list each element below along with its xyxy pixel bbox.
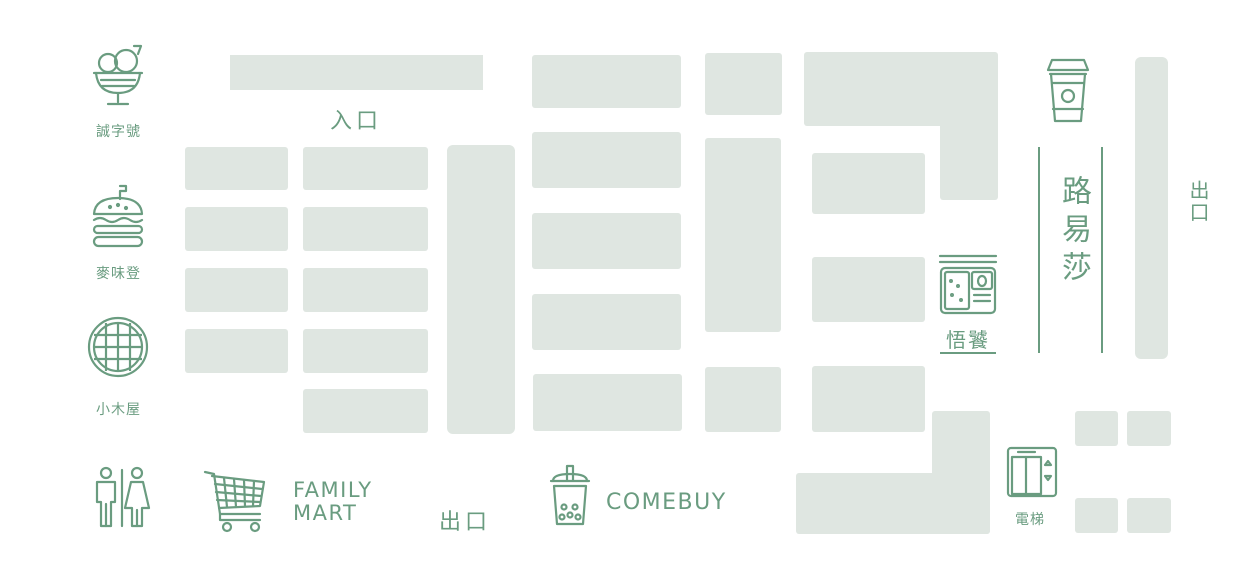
floor-block [230, 55, 483, 90]
shop-label-louisa: 路易莎 [1056, 175, 1091, 289]
floor-block [532, 132, 681, 188]
floor-block [532, 213, 681, 269]
floor-block [303, 389, 428, 433]
floor-block [1127, 411, 1171, 446]
bracket-line-left [1038, 147, 1040, 353]
exit-label: 出口 [439, 510, 492, 535]
floor-block [1075, 498, 1118, 533]
floor-block [705, 367, 781, 432]
floor-block [705, 53, 782, 115]
floor-block [1135, 57, 1168, 359]
floor-block [303, 268, 428, 312]
floor-block [812, 366, 925, 432]
floor-block [812, 257, 925, 322]
floor-block [447, 145, 515, 434]
shop-label-wucan: 悟饕 [946, 328, 990, 352]
floor-block [303, 329, 428, 373]
elevator-label: 電梯 [1015, 512, 1045, 528]
floor-block [1075, 411, 1118, 446]
floor-block [940, 100, 998, 200]
exit-label-right: 出口 [1186, 180, 1210, 224]
entrance-label: 入口 [330, 109, 383, 134]
bento-box-icon [938, 254, 998, 316]
restroom-icon [92, 466, 152, 528]
floor-block [185, 329, 288, 373]
shop-label-xiaomuwu: 小木屋 [96, 402, 141, 418]
bubble-tea-icon [548, 464, 592, 528]
floor-block [796, 473, 990, 534]
shop-label-maiweideng: 麥味登 [96, 266, 141, 282]
burger-icon [90, 182, 146, 250]
floor-block [303, 207, 428, 251]
shop-label-family-mart: FAMILY MART [293, 478, 373, 525]
elevator-icon [1006, 446, 1058, 498]
floor-block [705, 138, 781, 332]
floor-block [533, 374, 682, 431]
floor-block [303, 147, 428, 190]
shopping-cart-icon [202, 468, 268, 534]
floor-block [532, 55, 681, 108]
floor-block [185, 147, 288, 190]
waffle-icon [87, 316, 149, 378]
bracket-line-right [1101, 147, 1103, 353]
floor-block [1127, 498, 1171, 533]
underline-decoration [940, 352, 996, 354]
floor-block [812, 153, 925, 214]
floor-block [532, 294, 681, 350]
floor-block [185, 207, 288, 251]
ice-cream-icon [90, 42, 146, 110]
coffee-cup-icon [1045, 57, 1091, 125]
shop-label-chengzihao: 誠字號 [96, 124, 141, 140]
shop-label-comebuy: COMEBUY [606, 490, 727, 515]
floor-block [185, 268, 288, 312]
